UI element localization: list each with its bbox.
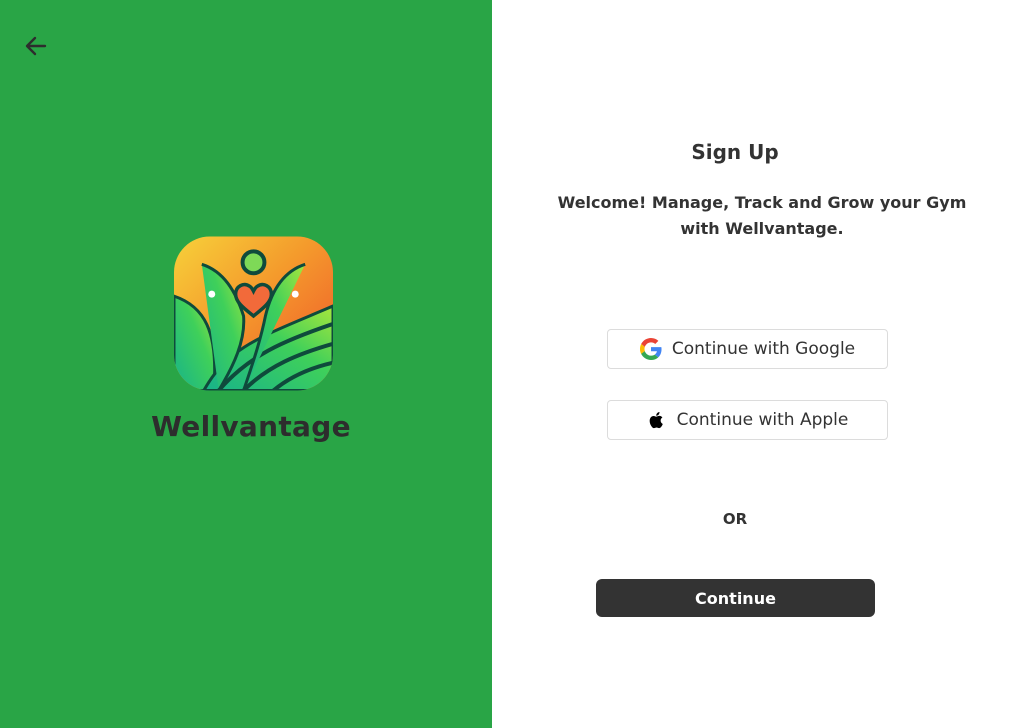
arrow-left-icon [25, 36, 47, 56]
continue-with-apple-button[interactable]: Continue with Apple [607, 400, 888, 440]
back-button[interactable] [20, 30, 52, 62]
welcome-line-1: Welcome! Manage, Track and Grow your Gym [557, 193, 967, 212]
brand-name: Wellvantage [151, 410, 351, 443]
apple-button-label: Continue with Apple [676, 410, 849, 430]
wellvantage-logo [174, 236, 333, 391]
signup-panel: Sign Up Welcome! Manage, Track and Grow … [492, 0, 1024, 728]
continue-button[interactable]: Continue [596, 579, 875, 617]
page-title: Sign Up [691, 140, 779, 164]
google-button-label: Continue with Google [671, 339, 856, 359]
signup-page: Wellvantage Sign Up Welcome! Manage, Tra… [0, 0, 1024, 728]
brand-panel: Wellvantage [0, 0, 492, 728]
welcome-message: Welcome! Manage, Track and Grow your Gym… [542, 190, 982, 242]
google-icon [639, 338, 662, 360]
welcome-line-2: with Wellvantage. [680, 219, 844, 238]
or-divider: OR [722, 510, 748, 528]
apple-icon [649, 412, 663, 429]
continue-with-google-button[interactable]: Continue with Google [607, 329, 888, 369]
